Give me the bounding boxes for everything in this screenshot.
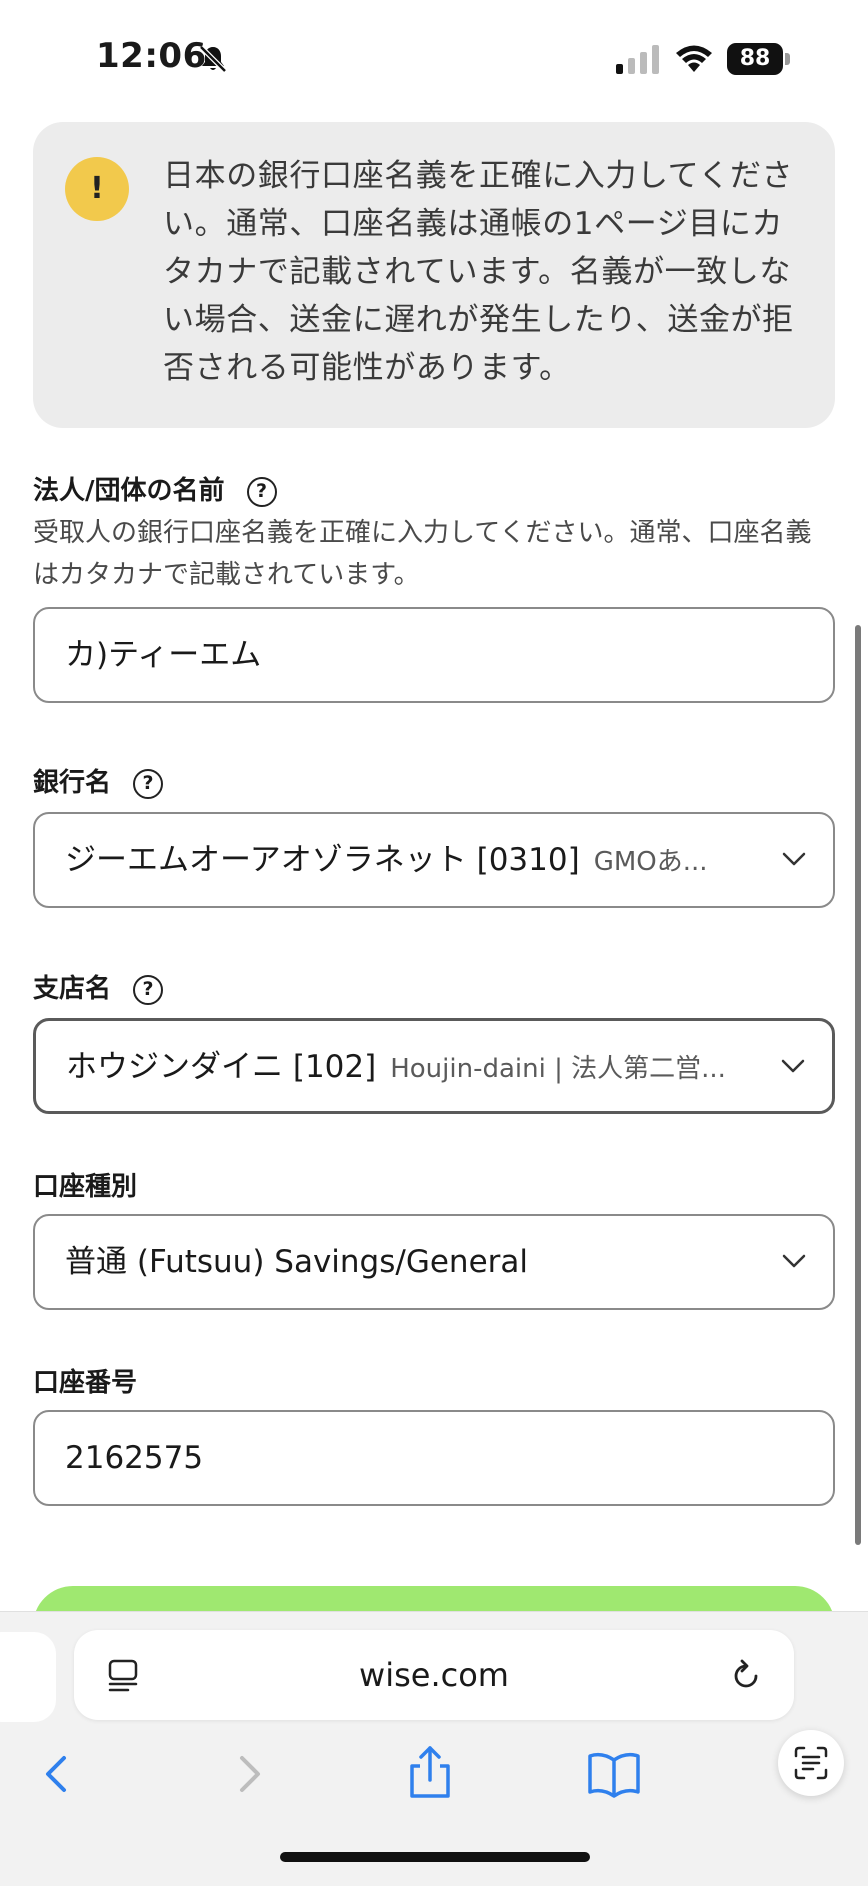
branch-name-label-text: 支店名: [33, 974, 112, 1004]
help-icon[interactable]: ?: [133, 975, 164, 1005]
chevron-down-icon: [781, 1059, 805, 1073]
branch-name-label: 支店名?: [33, 968, 164, 1005]
wifi-icon: [676, 45, 712, 72]
name-warning-alert: ! 日本の銀行口座名義を正確に入力してください。通常、口座名義は通帳の1ページ目…: [33, 122, 835, 428]
branch-name-value: ホウジンダイニ [102] Houjin-daini | 法人第二営...: [66, 1021, 766, 1113]
help-icon[interactable]: ?: [133, 769, 164, 799]
bank-name-label-text: 銀行名: [33, 768, 112, 798]
company-name-input[interactable]: カ)ティーエム: [33, 607, 835, 703]
url-text: wise.com: [359, 1656, 509, 1694]
bank-name-main: ジーエムオーアオゾラネット [0310]: [65, 842, 580, 878]
home-indicator[interactable]: [280, 1852, 590, 1862]
account-type-value: 普通 (Futsuu) Savings/General: [65, 1244, 529, 1280]
company-name-description: 受取人の銀行口座名義を正確に入力してください。通常、口座名義はカタカナで記載され…: [33, 518, 812, 590]
previous-tab[interactable]: [0, 1632, 56, 1722]
bank-name-sub: GMOあ...: [593, 847, 708, 877]
status-time: 12:06: [96, 36, 207, 76]
page-scrollbar[interactable]: [855, 625, 861, 1545]
address-bar[interactable]: wise.com: [74, 1630, 794, 1720]
chevron-down-icon: [782, 852, 806, 866]
share-icon[interactable]: [400, 1744, 460, 1804]
chevron-down-icon: [782, 1254, 806, 1268]
battery-icon: 88: [727, 43, 791, 75]
back-icon[interactable]: [28, 1744, 88, 1804]
branch-name-sub: Houjin-daini | 法人第二営...: [390, 1054, 726, 1084]
branch-name-select[interactable]: ホウジンダイニ [102] Houjin-daini | 法人第二営...: [33, 1018, 835, 1114]
signal-icon: [616, 45, 659, 74]
battery-cap: [785, 53, 790, 65]
account-type-select[interactable]: 普通 (Futsuu) Savings/General: [33, 1214, 835, 1310]
scan-text-button[interactable]: [778, 1730, 844, 1796]
reload-icon[interactable]: [728, 1658, 764, 1694]
scan-text-icon: [794, 1746, 828, 1780]
account-number-label-text: 口座番号: [33, 1368, 138, 1398]
status-bar: 12:06 88: [0, 0, 868, 115]
bank-name-value: ジーエムオーアオゾラネット [0310] GMOあ...: [65, 814, 765, 906]
warning-icon: !: [65, 157, 129, 221]
account-type-label: 口座種別: [33, 1166, 137, 1203]
battery-level: 88: [727, 43, 783, 75]
bell-slash-icon: [199, 45, 227, 73]
company-name-label: 法人/団体の名前?: [33, 470, 277, 507]
account-number-value: 2162575: [65, 1440, 204, 1476]
bank-name-label: 銀行名?: [33, 762, 164, 799]
account-number-input[interactable]: 2162575: [33, 1410, 835, 1506]
company-name-value: カ)ティーエム: [65, 637, 262, 673]
help-icon[interactable]: ?: [246, 477, 277, 507]
forward-icon[interactable]: [218, 1744, 278, 1804]
account-number-label: 口座番号: [33, 1362, 137, 1399]
alert-message: 日本の銀行口座名義を正確に入力してください。通常、口座名義は通帳の1ページ目にカ…: [163, 158, 794, 386]
browser-toolbar: wise.com: [0, 1611, 868, 1886]
company-name-label-text: 法人/団体の名前: [33, 476, 225, 506]
bank-name-select[interactable]: ジーエムオーアオゾラネット [0310] GMOあ...: [33, 812, 835, 908]
account-type-label-text: 口座種別: [33, 1172, 138, 1202]
branch-name-main: ホウジンダイニ [102]: [66, 1049, 377, 1085]
bookmarks-icon[interactable]: [584, 1744, 644, 1804]
